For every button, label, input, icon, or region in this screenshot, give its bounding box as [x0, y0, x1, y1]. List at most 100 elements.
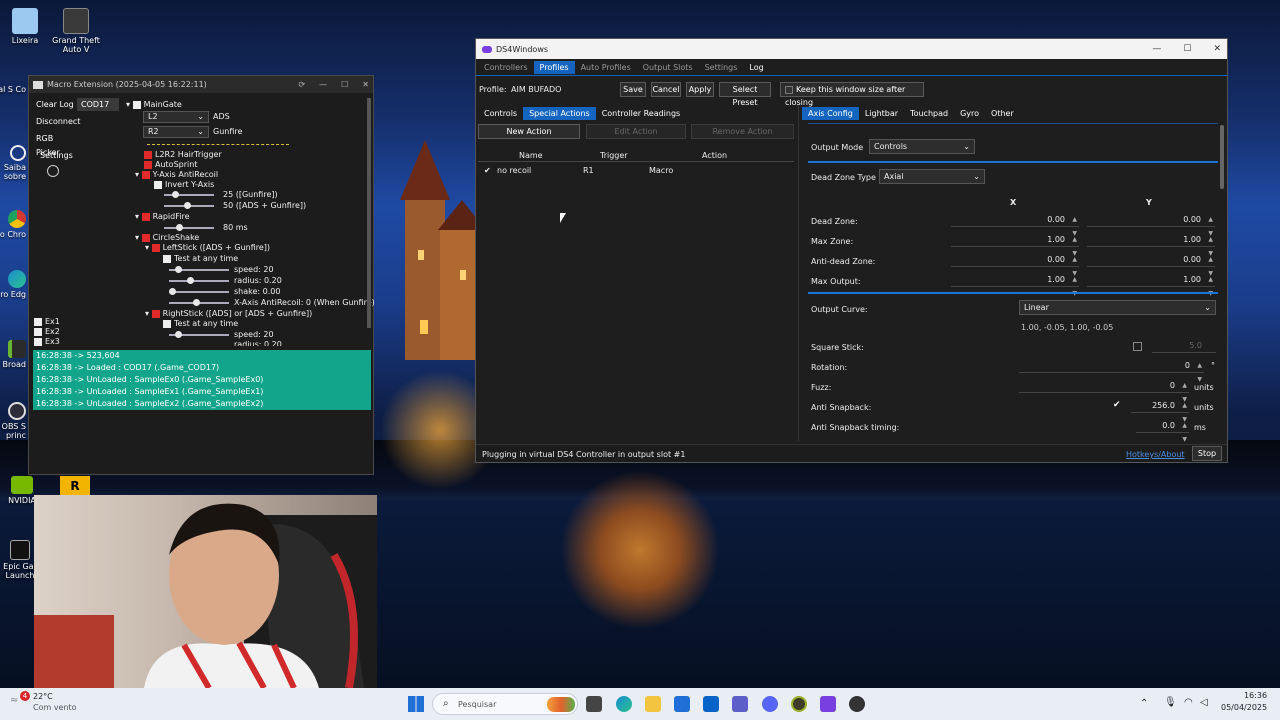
checkbox[interactable]: [34, 337, 42, 346]
anti-snapback-timing-input[interactable]: 0.0 ▲ ▼: [1136, 419, 1189, 443]
tree-rightstick[interactable]: ▾ RightStick ([ADS] or [ADS + Gunfire]): [145, 309, 312, 318]
tab-controls[interactable]: Controls: [478, 107, 523, 120]
new-action-button[interactable]: New Action: [478, 124, 580, 139]
explorer-icon[interactable]: [645, 696, 661, 712]
tab-controllers[interactable]: Controllers: [478, 61, 534, 74]
checkbox[interactable]: [151, 243, 160, 252]
slider-xaxis[interactable]: [169, 299, 229, 306]
clock-time[interactable]: 16:36: [1244, 691, 1267, 700]
start-button[interactable]: [408, 696, 424, 712]
anti-dead-zone-x-input[interactable]: 0.00 ▲ ▼: [951, 253, 1079, 277]
tab-gyro[interactable]: Gyro: [954, 107, 985, 120]
col-name[interactable]: Name: [519, 151, 543, 160]
tab-controller-readings[interactable]: Controller Readings: [596, 107, 687, 120]
save-button[interactable]: Save: [620, 82, 646, 97]
output-mode-select[interactable]: Controls ⌄: [869, 139, 975, 154]
slider-ads-gunfire[interactable]: [164, 202, 214, 209]
select-preset-button[interactable]: Select Preset: [719, 82, 771, 107]
desktop-icon-saiba[interactable]: Saiba sobre: [0, 145, 26, 181]
slider-speed-2[interactable]: [169, 331, 229, 338]
settings-scrollbar[interactable]: [1220, 125, 1224, 189]
checkbox[interactable]: [151, 309, 160, 318]
max-output-x-input[interactable]: 1.00▲▼: [951, 273, 1079, 297]
desktop-icon-gta[interactable]: Grand Theft Auto V: [44, 8, 108, 54]
desktop-icon-nvidia-broadcast[interactable]: NVI Broad: [0, 340, 26, 369]
dead-zone-type-select[interactable]: Axial ⌄: [879, 169, 985, 184]
anti-snapback-checkbox[interactable]: ✔: [1113, 400, 1121, 410]
max-zone-x-input[interactable]: 1.00 ▲ ▼: [951, 233, 1079, 257]
row-checkbox[interactable]: ✔: [484, 166, 491, 175]
spinner-icon[interactable]: ▲▼: [1072, 273, 1077, 301]
slider-gunfire[interactable]: [164, 191, 214, 198]
crosshair-icon[interactable]: [47, 165, 59, 177]
ads-trigger-select[interactable]: L2 ⌄: [143, 111, 209, 123]
desktop-icon-obs[interactable]: OBS S princ: [0, 402, 26, 440]
dead-zone-x-input[interactable]: 0.00 ▲ ▼: [951, 213, 1079, 237]
checkbox[interactable]: [132, 100, 141, 109]
xbox-icon[interactable]: [791, 696, 807, 712]
tab-auto-profiles[interactable]: Auto Profiles: [575, 61, 637, 74]
tree-invert[interactable]: Invert Y-Axis: [154, 180, 214, 189]
tab-settings[interactable]: Settings: [699, 61, 744, 74]
desktop-icon-chrome[interactable]: Goo Chro: [0, 210, 26, 239]
slider-knob[interactable]: [176, 224, 183, 231]
maximize-icon[interactable]: ☐: [341, 80, 348, 89]
maximize-icon[interactable]: ☐: [1183, 44, 1191, 54]
rgb-picker-button[interactable]: RGB Picker: [33, 132, 79, 157]
task-view-icon[interactable]: [586, 696, 602, 712]
checkbox[interactable]: [141, 233, 150, 242]
curve-values-input[interactable]: 1.00, -0.05, 1.00, -0.05: [1021, 323, 1113, 332]
refresh-icon[interactable]: ⟳: [298, 80, 305, 89]
tree-hairtrigger[interactable]: L2R2 HairTrigger: [144, 150, 222, 159]
slider-knob[interactable]: [193, 299, 200, 306]
tab-lightbar[interactable]: Lightbar: [859, 107, 904, 120]
edge-taskbar-icon[interactable]: [616, 696, 632, 712]
minimize-icon[interactable]: —: [1152, 44, 1161, 54]
slider-knob[interactable]: [187, 277, 194, 284]
disconnect-button[interactable]: Disconnect: [33, 115, 80, 129]
settings-button[interactable]: Settings: [37, 149, 81, 163]
slider-knob[interactable]: [169, 288, 176, 295]
slider-knob[interactable]: [175, 266, 182, 273]
square-stick-checkbox[interactable]: [1133, 342, 1142, 351]
checkbox[interactable]: [34, 317, 42, 326]
tree-autosprint[interactable]: AutoSprint: [144, 160, 197, 169]
tree-anytime[interactable]: Test at any time: [163, 254, 238, 263]
profile-selector[interactable]: COD17: [77, 98, 119, 111]
tab-profiles[interactable]: Profiles: [533, 61, 575, 74]
outlook-icon[interactable]: [703, 696, 719, 712]
tab-touchpad[interactable]: Touchpad: [904, 107, 954, 120]
tree-circleshake[interactable]: ▾ CircleShake: [135, 233, 199, 242]
macro-taskbar-icon[interactable]: [849, 696, 865, 712]
checkbox[interactable]: [785, 85, 793, 94]
table-row[interactable]: ✔ no recoil R1 Macro: [478, 163, 794, 177]
tree-yaxis[interactable]: ▾ Y-Axis AntiRecoil: [135, 170, 218, 179]
gunfire-trigger-select[interactable]: R2 ⌄: [143, 126, 209, 138]
tab-special-actions[interactable]: Special Actions: [523, 107, 596, 120]
col-action[interactable]: Action: [702, 151, 727, 160]
stop-button[interactable]: Stop: [1192, 446, 1222, 461]
output-curve-select[interactable]: Linear ⌄: [1019, 300, 1216, 315]
minimize-icon[interactable]: —: [319, 80, 327, 89]
slider-knob[interactable]: [172, 191, 179, 198]
teams-icon[interactable]: [732, 696, 748, 712]
tree-maingate[interactable]: ▾ MainGate: [126, 100, 182, 109]
desktop-icon-edge[interactable]: Micro Edg: [0, 270, 26, 299]
slider-speed[interactable]: [169, 266, 229, 273]
tab-other[interactable]: Other: [985, 107, 1020, 120]
ds4-taskbar-icon[interactable]: [820, 696, 836, 712]
checkbox[interactable]: [154, 180, 162, 189]
slider-knob[interactable]: [184, 202, 191, 209]
clear-log-button[interactable]: Clear Log: [33, 98, 77, 112]
taskbar-search[interactable]: ⌕ Pesquisar: [432, 693, 578, 715]
store-icon[interactable]: [674, 696, 690, 712]
max-zone-y-input[interactable]: 1.00 ▲ ▼: [1087, 233, 1215, 257]
edit-action-button[interactable]: Edit Action: [586, 124, 686, 139]
hotkeys-about-link[interactable]: Hotkeys/About: [1126, 450, 1185, 459]
remove-action-button[interactable]: Remove Action: [691, 124, 794, 139]
spinner-icon[interactable]: ▲▼: [1208, 273, 1213, 301]
ex1-toggle[interactable]: Ex1: [34, 317, 60, 326]
wifi-icon[interactable]: ◠: [1184, 697, 1193, 708]
discord-icon[interactable]: [762, 696, 778, 712]
cancel-button[interactable]: Cancel: [651, 82, 681, 97]
